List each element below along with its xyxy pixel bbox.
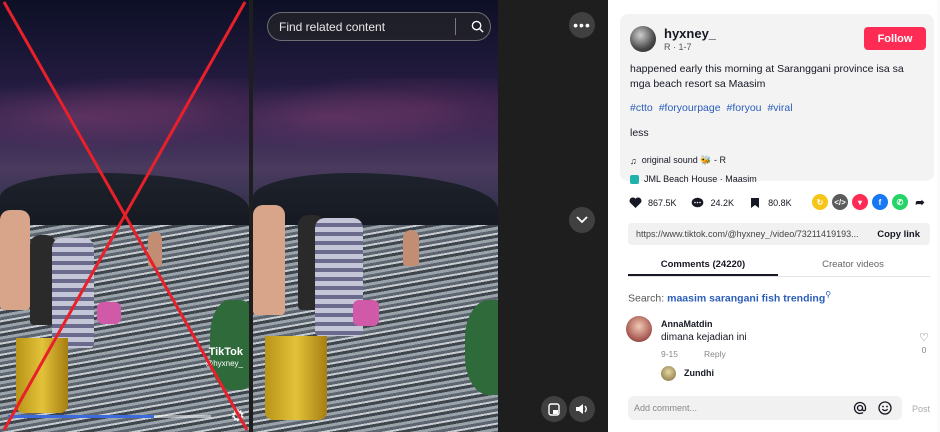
comment-date: 9-15 bbox=[661, 349, 679, 359]
send-icon[interactable]: ▾ bbox=[852, 194, 868, 210]
sound-link[interactable]: ♫ original sound 🐝 - R bbox=[630, 155, 726, 166]
music-note-icon: ♫ bbox=[630, 155, 637, 166]
save-button[interactable]: 80.8K bbox=[748, 196, 792, 210]
search-icon[interactable] bbox=[464, 13, 490, 40]
less-toggle[interactable]: less bbox=[630, 127, 649, 139]
search-input[interactable]: Find related content bbox=[267, 12, 491, 41]
search-icon: ⚲ bbox=[825, 290, 832, 299]
post-description: happened early this morning at Saranggan… bbox=[630, 63, 904, 90]
thumbnail-progress-bar[interactable] bbox=[8, 415, 211, 418]
hashtag-link[interactable]: #foryou bbox=[727, 102, 762, 114]
crossed-out-video-thumbnail: TikTok @hyxney_ ⚙ bbox=[0, 0, 249, 432]
tab-comments[interactable]: Comments (24220) bbox=[628, 253, 778, 276]
author-avatar[interactable] bbox=[630, 26, 656, 52]
share-arrow-icon[interactable]: ➦ bbox=[912, 194, 928, 210]
emoji-icon[interactable] bbox=[877, 400, 893, 416]
location-link[interactable]: JML Beach House · Maasim bbox=[630, 174, 757, 184]
commenter-avatar[interactable] bbox=[626, 316, 652, 342]
tiktok-watermark: TikTok @hyxney_ bbox=[205, 346, 243, 370]
comment-button[interactable]: 24.2K bbox=[691, 196, 735, 210]
thumbnail-progress-fill bbox=[8, 415, 155, 418]
like-count: 867.5K bbox=[648, 198, 677, 208]
hashtag-link[interactable]: #viral bbox=[767, 102, 792, 114]
comment-like-count: 0 bbox=[921, 345, 927, 355]
location-icon bbox=[630, 174, 639, 184]
search-divider bbox=[455, 18, 456, 35]
related-search-prefix: Search: bbox=[628, 292, 665, 305]
reply-button[interactable]: Reply bbox=[704, 349, 726, 359]
location-label: JML Beach House · Maasim bbox=[644, 174, 757, 184]
comment-count: 24.2K bbox=[710, 198, 735, 208]
reply-avatar[interactable] bbox=[661, 366, 676, 381]
hashtag-link[interactable]: #foryourpage bbox=[659, 102, 721, 114]
follow-button[interactable]: Follow bbox=[864, 27, 926, 50]
like-button[interactable]: 867.5K bbox=[628, 196, 677, 210]
author-subtitle: R · 1-7 bbox=[664, 42, 692, 52]
heart-outline-icon: ♡ bbox=[919, 332, 929, 344]
share-link-box: https://www.tiktok.com/@hyxney_/video/73… bbox=[628, 223, 930, 245]
search-placeholder: Find related content bbox=[279, 19, 386, 34]
post-comment-button[interactable]: Post bbox=[912, 404, 930, 414]
chevron-down-icon[interactable] bbox=[569, 207, 595, 233]
comment-icon bbox=[691, 196, 705, 210]
copy-link-button[interactable]: Copy link bbox=[867, 229, 930, 240]
author-username[interactable]: hyxney_ bbox=[664, 26, 716, 41]
comment-placeholder: Add comment... bbox=[634, 403, 698, 413]
volume-icon[interactable] bbox=[569, 396, 595, 422]
side-panel: hyxney_ R · 1-7 Follow happened early th… bbox=[608, 0, 940, 432]
post-info-card: hyxney_ R · 1-7 Follow happened early th… bbox=[620, 14, 934, 184]
engagement-bar: 867.5K 24.2K 80.8K bbox=[628, 194, 806, 212]
related-search-query: maasim sarangani fish trending bbox=[667, 292, 826, 305]
heart-icon bbox=[628, 196, 642, 210]
reply-preview: Zundhi bbox=[661, 366, 931, 386]
share-url: https://www.tiktok.com/@hyxney_/video/73… bbox=[636, 229, 859, 239]
sound-label: original sound 🐝 - R bbox=[641, 155, 726, 165]
hashtag-link[interactable]: #ctto bbox=[630, 102, 653, 114]
bookmark-icon bbox=[748, 196, 762, 210]
watermark-handle: @hyxney_ bbox=[205, 359, 243, 368]
gear-icon[interactable]: ⚙ bbox=[231, 406, 245, 426]
comment-like-button[interactable]: ♡ 0 bbox=[918, 332, 930, 356]
share-buttons: ↻ </> ▾ f ✆ ➦ bbox=[812, 194, 928, 210]
commenter-name[interactable]: AnnaMatdin bbox=[661, 319, 713, 329]
related-search-link[interactable]: Search: maasim sarangani fish trending⚲ bbox=[628, 290, 831, 305]
tab-creator-videos[interactable]: Creator videos bbox=[778, 253, 928, 276]
comment-text: dimana kejadian ini bbox=[661, 332, 747, 343]
watermark-brand: TikTok bbox=[208, 346, 243, 358]
embed-icon[interactable]: </> bbox=[832, 194, 848, 210]
reply-author-name[interactable]: Zundhi bbox=[684, 368, 714, 378]
pip-icon[interactable] bbox=[541, 396, 567, 422]
video-player-panel: Find related content ••• bbox=[249, 0, 608, 432]
more-icon[interactable]: ••• bbox=[569, 12, 595, 38]
comment-meta: 9-15 Reply bbox=[661, 349, 726, 359]
facebook-icon[interactable]: f bbox=[872, 194, 888, 210]
comment-item: AnnaMatdin dimana kejadian ini 9-15 Repl… bbox=[626, 316, 930, 364]
hashtag-list: #ctto #foryourpage #foryou #viral bbox=[630, 102, 796, 114]
whatsapp-icon[interactable]: ✆ bbox=[892, 194, 908, 210]
tiktok-page: TikTok @hyxney_ ⚙ Find related content •… bbox=[0, 0, 940, 432]
comment-input[interactable]: Add comment... bbox=[628, 396, 902, 420]
comment-tabs: Comments (24220) Creator videos bbox=[628, 253, 930, 277]
video-frame[interactable]: Find related content bbox=[253, 0, 498, 432]
mention-icon[interactable] bbox=[852, 400, 868, 416]
repost-icon[interactable]: ↻ bbox=[812, 194, 828, 210]
save-count: 80.8K bbox=[768, 198, 792, 208]
